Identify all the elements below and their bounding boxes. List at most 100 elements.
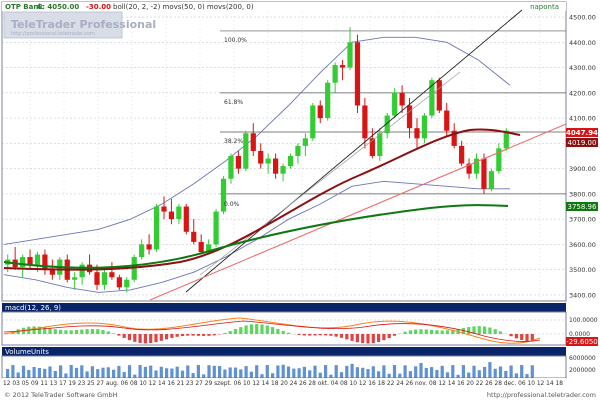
macd-histogram-bar bbox=[59, 329, 63, 334]
macd-histogram-bar bbox=[48, 328, 52, 334]
watermark-url: http://professional.teletrader.com bbox=[11, 31, 95, 37]
volume-bar bbox=[186, 365, 190, 378]
macd-histogram-bar bbox=[329, 334, 333, 336]
last-price-value: 4047.94 bbox=[566, 129, 598, 137]
candle-body bbox=[139, 244, 145, 258]
macd-histogram-bar bbox=[509, 334, 513, 337]
macd-histogram-bar bbox=[233, 329, 238, 334]
volume-bar bbox=[133, 374, 137, 378]
macd-tick-0: 0.0000 bbox=[569, 331, 590, 338]
candle-body bbox=[49, 269, 55, 275]
candle-body bbox=[168, 211, 175, 220]
volume-bar bbox=[69, 365, 73, 378]
volume-bar bbox=[16, 372, 20, 378]
volume-bar bbox=[392, 365, 397, 378]
volume-bar bbox=[101, 367, 105, 378]
volume-bar bbox=[170, 368, 174, 378]
macd-histogram-bar bbox=[80, 329, 84, 334]
footer-link[interactable]: http://professional.teletrader.com bbox=[487, 391, 596, 399]
macd-histogram-bar bbox=[96, 329, 100, 334]
candle-body bbox=[235, 156, 242, 169]
volume-bar bbox=[435, 369, 439, 378]
volume-bar bbox=[96, 369, 100, 378]
macd-panel[interactable] bbox=[1, 311, 567, 346]
volume-bar bbox=[297, 368, 301, 378]
macd-histogram-bar bbox=[112, 333, 116, 334]
macd-histogram-bar bbox=[387, 334, 391, 339]
volume-bar bbox=[451, 365, 455, 378]
volume-bar bbox=[350, 363, 354, 378]
volume-bar bbox=[387, 373, 391, 378]
macd-histogram-bar bbox=[138, 334, 142, 343]
candle-body bbox=[310, 105, 316, 139]
candle-body bbox=[399, 92, 405, 106]
candle-body bbox=[79, 264, 85, 278]
macd-histogram-bar bbox=[101, 330, 105, 334]
macd-histogram-bar bbox=[403, 331, 407, 334]
volume-bar bbox=[249, 371, 253, 378]
volume-bar bbox=[260, 374, 264, 378]
macd-histogram-bar bbox=[133, 334, 137, 342]
macd-histogram-bar bbox=[154, 334, 158, 343]
price-panel[interactable] bbox=[1, 1, 567, 302]
candle-body bbox=[325, 82, 331, 119]
candle-body bbox=[116, 277, 122, 288]
volume-bar bbox=[302, 366, 306, 378]
volume-bar bbox=[530, 365, 534, 378]
candle-body bbox=[34, 254, 41, 265]
macd-histogram-bar bbox=[239, 327, 243, 334]
macd-histogram-bar bbox=[514, 334, 518, 339]
macd-histogram-bar bbox=[477, 326, 481, 334]
macd-histogram-bar bbox=[520, 334, 524, 341]
volume-bar bbox=[334, 365, 338, 378]
volume-tick-2m: 2000000 bbox=[569, 367, 596, 374]
macd-histogram-bar bbox=[85, 329, 89, 334]
volume-bar bbox=[239, 369, 243, 378]
volume-bar bbox=[202, 374, 206, 378]
volume-bar bbox=[207, 365, 211, 378]
volume-bar bbox=[218, 366, 222, 378]
macd-badge-value: -29.6050 bbox=[566, 338, 597, 346]
macd-histogram-bar bbox=[74, 329, 79, 334]
candle-body bbox=[444, 110, 450, 131]
macd-histogram-bar bbox=[435, 330, 439, 334]
macd-histogram-bar bbox=[339, 334, 344, 338]
volume-bar bbox=[228, 367, 232, 378]
macd-histogram-bar bbox=[244, 325, 248, 334]
candle-body bbox=[228, 156, 234, 179]
price-tick-label: 3900.00 bbox=[569, 165, 596, 173]
macd-histogram-bar bbox=[377, 334, 381, 342]
macd-histogram-bar bbox=[424, 329, 428, 334]
ma200-value: 3758.96 bbox=[568, 203, 597, 211]
period-label[interactable]: naponta bbox=[530, 3, 559, 11]
macd-histogram-bar bbox=[361, 334, 365, 344]
candle-body bbox=[287, 156, 294, 167]
macd-histogram-bar bbox=[493, 329, 497, 334]
volume-bar bbox=[361, 367, 365, 378]
volume-bar bbox=[175, 366, 179, 378]
candle-body bbox=[72, 277, 78, 280]
macd-histogram-bar bbox=[276, 328, 280, 334]
volume-bar bbox=[366, 369, 370, 378]
price-tick-label: 3800.00 bbox=[569, 190, 596, 198]
volume-bar bbox=[472, 365, 476, 378]
macd-histogram-bar bbox=[143, 334, 147, 344]
volume-bar bbox=[424, 367, 428, 378]
candle-body bbox=[146, 244, 152, 250]
macd-tick-100: 100.0000 bbox=[569, 317, 598, 324]
macd-histogram-bar bbox=[191, 334, 195, 336]
indicators-label: boll(20, 2, -2) movs(50, 0) movs(200, 0) bbox=[113, 3, 254, 11]
close-price-label: C: 4050.00 bbox=[37, 3, 79, 11]
candle-body bbox=[243, 133, 249, 169]
candle-body bbox=[369, 138, 375, 156]
candle-body bbox=[213, 211, 219, 245]
macd-histogram-bar bbox=[186, 334, 190, 336]
macd-histogram-bar bbox=[202, 334, 206, 336]
macd-histogram-bar bbox=[255, 324, 259, 334]
macd-histogram-bar bbox=[159, 334, 163, 341]
volume-bar bbox=[419, 362, 423, 378]
candle-body bbox=[362, 105, 368, 139]
macd-histogram-bar bbox=[440, 330, 444, 334]
macd-histogram-bar bbox=[271, 327, 275, 334]
change-label: -30.00 bbox=[86, 3, 111, 11]
